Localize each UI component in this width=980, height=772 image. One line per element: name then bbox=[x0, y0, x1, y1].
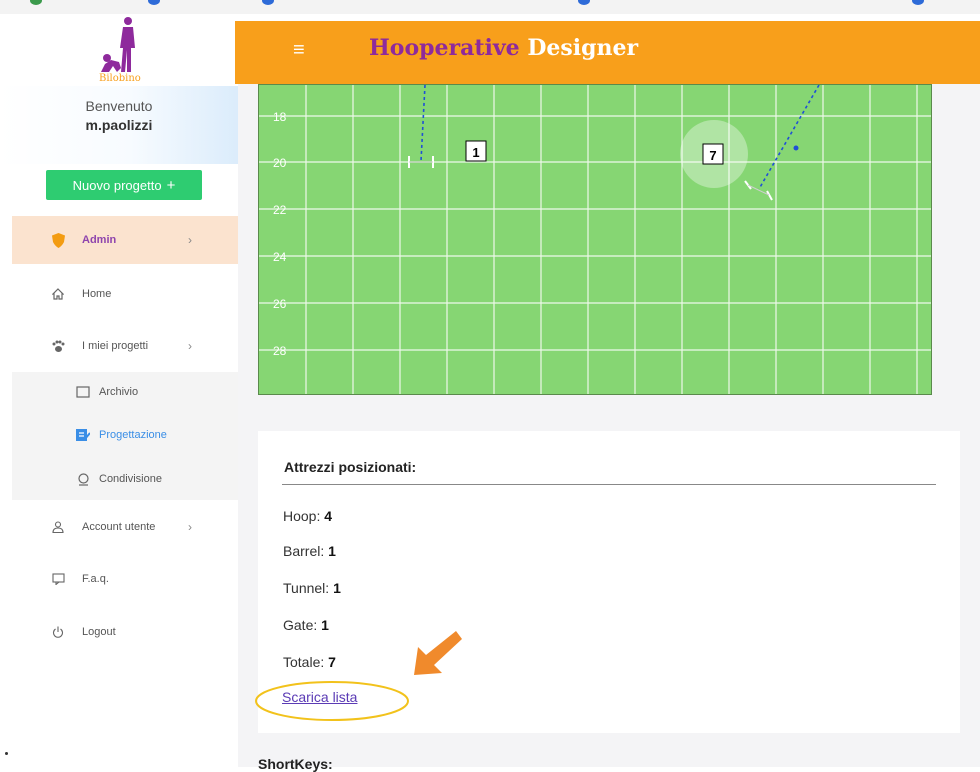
shortkeys-heading: ShortKeys: bbox=[258, 756, 333, 772]
paw-icon bbox=[50, 338, 66, 354]
sidebar-item-label: Home bbox=[82, 288, 112, 300]
stat-label: Gate: bbox=[283, 617, 318, 633]
design-icon bbox=[76, 428, 90, 442]
sidebar-item-account[interactable]: Account utente › bbox=[12, 503, 238, 551]
hamburger-icon[interactable]: ≡ bbox=[293, 39, 305, 62]
stat-gate: Gate: 1 bbox=[283, 617, 329, 633]
sidebar-item-home[interactable]: Home bbox=[12, 270, 238, 318]
sidebar-item-label: Logout bbox=[82, 626, 116, 638]
browser-icon bbox=[262, 0, 274, 5]
new-project-label: Nuovo progetto bbox=[72, 177, 162, 193]
browser-icon bbox=[30, 0, 42, 5]
top-header-bar: ≡ Hooperative Designer bbox=[235, 21, 980, 84]
obstacle-marker-7[interactable]: 7 bbox=[702, 143, 724, 165]
arrow-pointer-icon bbox=[414, 631, 462, 675]
divider bbox=[282, 484, 936, 485]
sidebar-item-label: Account utente bbox=[82, 521, 156, 533]
plus-icon: + bbox=[166, 176, 176, 194]
browser-toolbar-strip bbox=[0, 0, 980, 14]
placed-equipment-card: Attrezzi posizionati: Hoop: 4 Barrel: 1 … bbox=[255, 431, 960, 733]
sidebar-item-faq[interactable]: F.a.q. bbox=[12, 555, 238, 603]
stat-value: 1 bbox=[328, 543, 336, 559]
sidebar-item-label: Admin bbox=[82, 234, 117, 246]
field-grid: 18 20 22 24 26 28 1 7 bbox=[259, 85, 931, 394]
artifact-dot bbox=[5, 752, 8, 755]
share-icon bbox=[76, 472, 90, 486]
highlight-ellipse bbox=[255, 681, 409, 721]
stat-label: Tunnel: bbox=[283, 580, 330, 596]
logo-text: Bilobino bbox=[99, 73, 141, 84]
route-line bbox=[420, 85, 426, 162]
faq-icon bbox=[50, 571, 66, 587]
y-axis-label: 18 bbox=[273, 110, 287, 124]
sidebar-item-admin[interactable]: Admin › bbox=[12, 216, 238, 264]
power-icon bbox=[50, 624, 66, 640]
y-axis-label: 28 bbox=[273, 344, 287, 358]
y-axis-label: 20 bbox=[273, 156, 287, 170]
card-title: Attrezzi posizionati: bbox=[284, 459, 417, 475]
sidebar-subitem-label: Condivisione bbox=[99, 473, 162, 485]
logo[interactable]: Bilobino bbox=[0, 14, 238, 86]
sidebar-item-logout[interactable]: Logout bbox=[12, 608, 238, 656]
hoop-obstacle[interactable] bbox=[744, 180, 773, 201]
y-axis-label: 26 bbox=[273, 297, 287, 311]
stat-value: 1 bbox=[321, 617, 329, 633]
new-project-button[interactable]: Nuovo progetto + bbox=[46, 170, 202, 200]
stat-label: Totale: bbox=[283, 654, 325, 670]
sidebar-item-my-projects[interactable]: I miei progetti › bbox=[12, 322, 238, 370]
brand-title: Hooperative Designer bbox=[369, 35, 638, 61]
brand-part2: Designer bbox=[527, 35, 639, 61]
logo-image: Bilobino bbox=[99, 17, 141, 84]
sidebar-subitem-label: Progettazione bbox=[99, 429, 167, 441]
shield-icon bbox=[50, 232, 66, 248]
archive-icon bbox=[76, 385, 90, 399]
stat-value: 7 bbox=[328, 654, 336, 670]
welcome-label: Benvenuto bbox=[85, 98, 153, 114]
design-field-canvas[interactable]: 18 20 22 24 26 28 1 7 bbox=[258, 84, 932, 395]
chevron-right-icon: › bbox=[188, 233, 192, 247]
sidebar-subitem-archive[interactable]: Archivio bbox=[12, 372, 238, 412]
marker-label: 7 bbox=[709, 148, 716, 163]
obstacle-marker-1[interactable]: 1 bbox=[465, 140, 487, 162]
stat-value: 4 bbox=[324, 508, 333, 524]
browser-icon bbox=[912, 0, 924, 5]
sidebar-subitem-label: Archivio bbox=[99, 386, 139, 398]
sidebar-subitem-design[interactable]: Progettazione bbox=[12, 415, 238, 455]
sidebar-item-label: I miei progetti bbox=[82, 340, 149, 352]
chevron-right-icon: › bbox=[188, 339, 192, 353]
stat-total: Totale: 7 bbox=[283, 654, 336, 670]
user-icon bbox=[50, 519, 66, 535]
sidebar-item-label: F.a.q. bbox=[82, 573, 109, 585]
stat-label: Barrel: bbox=[283, 543, 325, 559]
stat-hoop: Hoop: 4 bbox=[283, 508, 332, 524]
y-axis-label: 22 bbox=[273, 203, 287, 217]
welcome-panel: Benvenuto m.paolizzi bbox=[0, 86, 238, 164]
stat-barrel: Barrel: 1 bbox=[283, 543, 336, 559]
username: m.paolizzi bbox=[85, 117, 153, 133]
sidebar: Bilobino Benvenuto m.paolizzi Nuovo prog… bbox=[0, 14, 238, 767]
sidebar-subitem-share[interactable]: Condivisione bbox=[12, 459, 238, 499]
stat-value: 1 bbox=[333, 580, 341, 596]
stat-label: Hoop: bbox=[283, 508, 321, 524]
stat-tunnel: Tunnel: 1 bbox=[283, 580, 341, 596]
marker-label: 1 bbox=[472, 145, 479, 160]
route-line bbox=[758, 85, 820, 190]
browser-icon bbox=[148, 0, 160, 5]
route-point bbox=[793, 145, 799, 151]
browser-icon bbox=[578, 0, 590, 5]
chevron-right-icon: › bbox=[188, 520, 192, 534]
y-axis-label: 24 bbox=[273, 250, 287, 264]
brand-part1: Hooperative bbox=[369, 35, 520, 61]
home-icon bbox=[50, 286, 66, 302]
